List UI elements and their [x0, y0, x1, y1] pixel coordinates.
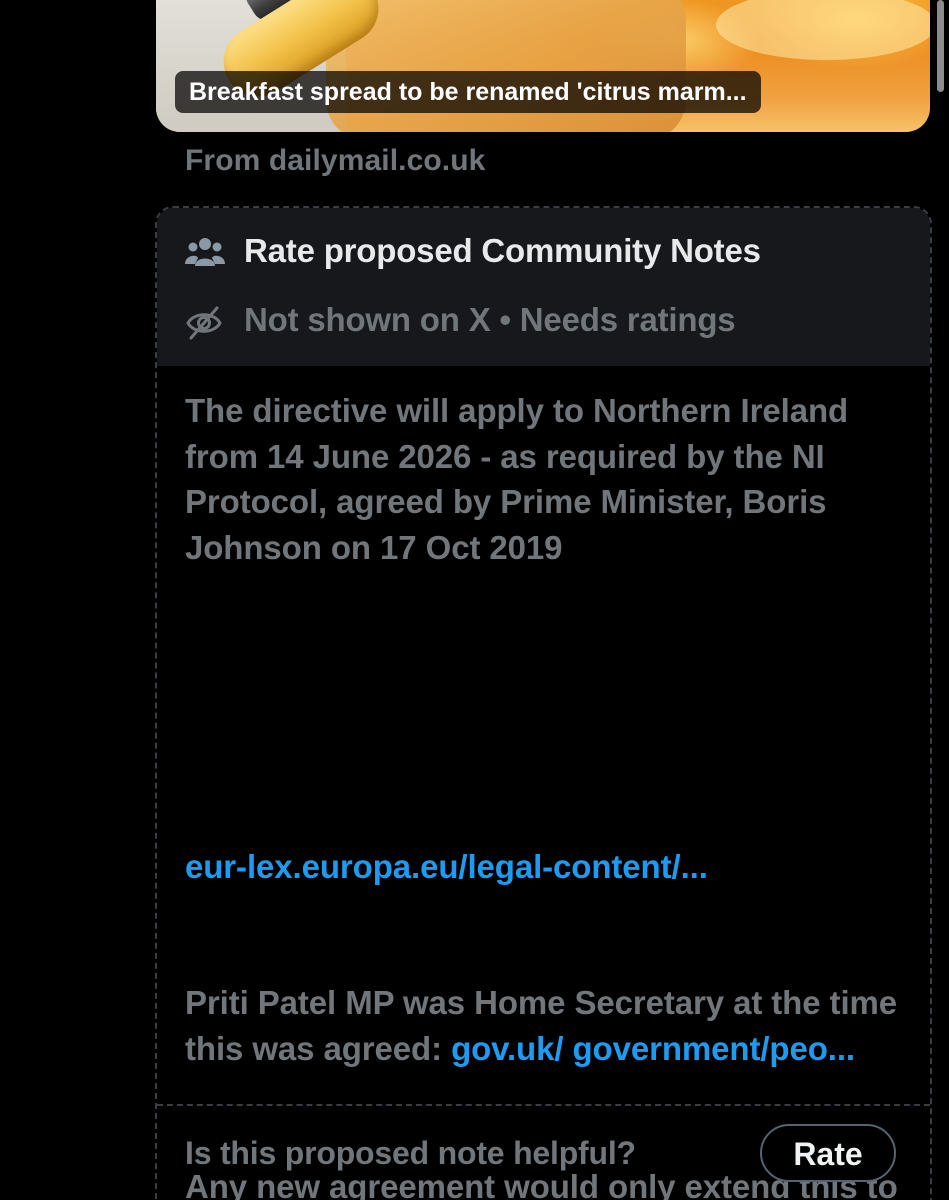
notes-header-title: Rate proposed Community Notes: [244, 232, 761, 269]
note-paragraph-2: Priti Patel MP was Home Secretary at the…: [185, 980, 905, 1071]
page: Breakfast spread to be renamed 'citrus m…: [0, 0, 949, 1200]
helpful-question: Is this proposed note helpful?: [185, 1135, 636, 1171]
footer-divider: [157, 1104, 930, 1106]
marmalade-glaze: [716, 0, 930, 60]
note-link-gov-uk[interactable]: gov.uk/ government/peo...: [451, 1030, 855, 1067]
eye-slash-icon: [186, 306, 222, 340]
rate-button[interactable]: Rate: [760, 1124, 896, 1182]
note-paragraph-1: The directive will apply to Northern Ire…: [185, 392, 849, 566]
community-notes-box: Rate proposed Community Notes Not shown …: [155, 206, 932, 1200]
people-group-icon: [185, 238, 225, 266]
scrollbar[interactable]: [937, 0, 944, 92]
link-source[interactable]: From dailymail.co.uk: [185, 144, 485, 178]
link-headline[interactable]: Breakfast spread to be renamed 'citrus m…: [175, 71, 761, 113]
note-link-eur-lex[interactable]: eur-lex.europa.eu/legal-content/...: [185, 848, 708, 885]
notes-header: Rate proposed Community Notes Not shown …: [157, 208, 930, 366]
note-status: Not shown on X • Needs ratings: [244, 301, 736, 338]
